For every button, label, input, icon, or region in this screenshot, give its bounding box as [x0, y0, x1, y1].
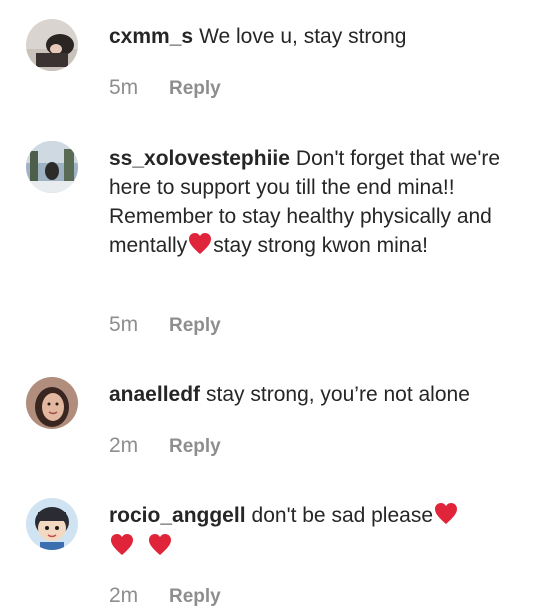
comment-text: don't be sad please	[251, 504, 434, 527]
reply-button[interactable]: Reply	[169, 78, 221, 100]
comment-username[interactable]: rocio_anggell	[109, 504, 246, 527]
avatar[interactable]	[26, 141, 78, 193]
heart-icon	[148, 534, 171, 555]
reply-button[interactable]: Reply	[169, 586, 221, 608]
avatar[interactable]	[26, 19, 78, 71]
reply-button[interactable]: Reply	[169, 315, 221, 337]
heart-icon	[111, 534, 133, 555]
reply-button[interactable]: Reply	[169, 436, 221, 458]
comment-timestamp: 2m	[109, 434, 139, 457]
heart-icon	[189, 233, 212, 254]
comment-username[interactable]: anaelledf	[109, 383, 200, 406]
comment-username[interactable]: cxmm_s	[109, 25, 193, 48]
comment-text: stay strong, you’re not alone	[206, 383, 470, 406]
comment-text: We love u, stay strong	[199, 25, 407, 48]
avatar[interactable]	[26, 498, 78, 550]
heart-icon	[435, 503, 458, 524]
avatar[interactable]	[26, 377, 78, 429]
comment-timestamp: 2m	[109, 584, 139, 607]
comment-username[interactable]: ss_xolovestephiie	[109, 147, 290, 170]
comment-timestamp: 5m	[109, 313, 139, 336]
comment-timestamp: 5m	[109, 76, 139, 99]
comment-text-continued: stay strong kwon mina!	[213, 234, 428, 257]
